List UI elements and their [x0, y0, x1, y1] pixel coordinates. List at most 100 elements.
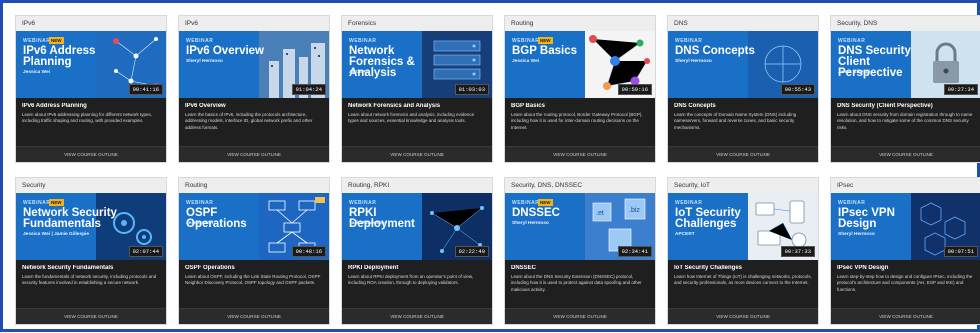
course-card[interactable]: Security, DNS, DNSSEC .et .biz WEBINAR NEW DN… [504, 177, 656, 325]
course-description: Learn about DNS security from domain reg… [837, 112, 973, 130]
view-course-outline-button[interactable]: VIEW COURSE OUTLINE [505, 146, 655, 162]
view-course-outline-button[interactable]: VIEW COURSE OUTLINE [179, 146, 329, 162]
course-category: Forensics [342, 16, 492, 31]
course-category: Routing, RPKI [342, 178, 492, 193]
course-description: Learn about IPv6 addressing planning for… [22, 112, 152, 124]
view-course-outline-button[interactable]: VIEW COURSE OUTLINE [179, 308, 329, 324]
course-author: Sheryl Hermoso [675, 59, 712, 64]
course-card[interactable]: DNS WEBINAR DNS Concepts Sheryl Hermoso 00:5… [667, 15, 819, 163]
course-title[interactable]: Network Security Fundamentals [22, 265, 160, 271]
course-card[interactable]: Routing WEBINAR OSPF Operations Jessica Wei… [178, 177, 330, 325]
course-category: Security, IoT [668, 178, 818, 193]
course-card[interactable]: Security WEBINAR NEW Network Security Funda… [15, 177, 167, 325]
webinar-label: WEBINAR [675, 38, 703, 44]
course-description: Learn about OSPF, including the Link Sta… [185, 274, 321, 286]
course-author: Jessica Wei [512, 59, 540, 64]
course-author: Sheryl Hermoso [512, 221, 549, 226]
course-author: Sheryl Hermoso [186, 59, 223, 64]
course-banner[interactable]: WEBINAR NEW IPv6 Address Planning Jessica W… [16, 31, 166, 98]
course-card[interactable]: IPv6 WEBINAR NEW IPv6 Address Planning Jessi… [15, 15, 167, 163]
new-badge: NEW [49, 37, 64, 44]
course-author: Jessica Wei [186, 221, 214, 226]
course-banner[interactable]: WEBINAR IoT Security Challenges APCERT 00:3… [668, 193, 818, 260]
webinar-label: WEBINAR [838, 38, 866, 44]
course-title[interactable]: RPKI Deployment [348, 265, 486, 271]
course-duration: 02:22:40 [454, 246, 489, 257]
banner-title: IPv6 Overview [186, 45, 264, 57]
course-description: Learn about the DNS Security Extension (… [511, 274, 642, 292]
webinar-label: WEBINAR [675, 200, 703, 206]
course-duration: 00:59:16 [617, 84, 652, 95]
course-category: Security [16, 178, 166, 193]
banner-title: IPv6 Address Planning [23, 45, 96, 68]
banner-title: RPKI Deployment [349, 207, 415, 230]
course-author: Jessica Wei [23, 70, 51, 75]
banner-title: DNS Concepts [675, 45, 755, 57]
course-duration: 00:27:34 [943, 84, 978, 95]
view-course-outline-button[interactable]: VIEW COURSE OUTLINE [831, 146, 980, 162]
view-course-outline-button[interactable]: VIEW COURSE OUTLINE [831, 308, 980, 324]
course-title[interactable]: IPv6 Overview [185, 103, 323, 109]
view-course-outline-button[interactable]: VIEW COURSE OUTLINE [16, 308, 166, 324]
webinar-label: WEBINAR [349, 200, 377, 206]
course-title[interactable]: DNS Security (Client Perspective) [837, 103, 975, 109]
course-title[interactable]: IPv6 Address Planning [22, 103, 160, 109]
course-description: Learn step-by-step how to design and con… [837, 274, 973, 292]
course-banner[interactable]: WEBINAR DNS Security Client Perspective Ja… [831, 31, 980, 98]
course-card[interactable]: IPv6 WEBINAR IPv6 Overview Sheryl Hermoso 01… [178, 15, 330, 163]
course-category: IPsec [831, 178, 980, 193]
view-course-outline-button[interactable]: VIEW COURSE OUTLINE [668, 146, 818, 162]
course-banner[interactable]: WEBINAR OSPF Operations Jessica Wei 00:48:1… [179, 193, 329, 260]
course-duration: 00:37:33 [780, 246, 815, 257]
course-author: APCERT [349, 70, 369, 75]
course-author: Jessica Wei | Jamie Gillespie [23, 232, 90, 237]
course-banner[interactable]: WEBINAR Network Forensics & Analysis APCER… [342, 31, 492, 98]
course-banner[interactable]: WEBINAR NEW Network Security Fundamentals J… [16, 193, 166, 260]
banner-title: OSPF Operations [186, 207, 247, 230]
course-card[interactable]: Routing, RPKI WEBINAR RPKI Deployment Tashi… [341, 177, 493, 325]
webinar-label: WEBINAR [512, 200, 540, 206]
course-description: Learn how Internet of Things (IoT) is ch… [674, 274, 812, 286]
course-author: APCERT [675, 232, 695, 237]
view-course-outline-button[interactable]: VIEW COURSE OUTLINE [342, 146, 492, 162]
course-title[interactable]: IoT Security Challenges [674, 265, 812, 271]
view-course-outline-button[interactable]: VIEW COURSE OUTLINE [16, 146, 166, 162]
course-title[interactable]: DNSSEC [511, 265, 649, 271]
webinar-label: WEBINAR [23, 38, 51, 44]
view-course-outline-button[interactable]: VIEW COURSE OUTLINE [668, 308, 818, 324]
view-course-outline-button[interactable]: VIEW COURSE OUTLINE [505, 308, 655, 324]
course-card[interactable]: Forensics WEBINAR Network Forensics & Anal… [341, 15, 493, 163]
course-card[interactable]: Routing WEBINAR NEW BGP Basics Jessica Wei 00… [504, 15, 656, 163]
view-course-outline-button[interactable]: VIEW COURSE OUTLINE [342, 308, 492, 324]
course-grid: IPv6 WEBINAR NEW IPv6 Address Planning Jessi… [15, 15, 980, 333]
course-banner[interactable]: WEBINAR IPsec VPN Design Sheryl Hermoso 00:… [831, 193, 980, 260]
course-duration: 00:55:43 [780, 84, 815, 95]
course-duration: 00:41:16 [128, 84, 163, 95]
course-title[interactable]: BGP Basics [511, 103, 649, 109]
banner-title: Network Security Fundamentals [23, 207, 117, 230]
course-banner[interactable]: WEBINAR NEW BGP Basics Jessica Wei 00:59:16 [505, 31, 655, 98]
course-title[interactable]: IPsec VPN Design [837, 265, 975, 271]
course-banner[interactable]: WEBINAR DNS Concepts Sheryl Hermoso 00:55:4… [668, 31, 818, 98]
course-banner[interactable]: .et .biz WEBINAR NEW DNSSEC Sheryl Hermoso 02:… [505, 193, 655, 260]
course-category: Routing [179, 178, 329, 193]
webinar-label: WEBINAR [186, 200, 214, 206]
course-title[interactable]: DNS Concepts [674, 103, 812, 109]
course-title[interactable]: Network Forensics and Analysis [348, 103, 486, 109]
webinar-label: WEBINAR [349, 38, 377, 44]
webinar-label: WEBINAR [186, 38, 214, 44]
course-card[interactable]: Security, IoT WEBINAR IoT Security Challen… [667, 177, 819, 325]
course-banner[interactable]: WEBINAR IPv6 Overview Sheryl Hermoso 01:04:… [179, 31, 329, 98]
course-banner[interactable]: WEBINAR RPKI Deployment Tashi Phuntsho 02:2… [342, 193, 492, 260]
webinar-label: WEBINAR [23, 200, 51, 206]
course-description: Learn about the routing protocol, Border… [511, 112, 643, 130]
course-card[interactable]: Security, DNS WEBINAR DNS Security Client … [830, 15, 980, 163]
course-card[interactable]: IPsec WEBINAR IPsec VPN Design Sheryl Hermo… [830, 177, 980, 325]
course-description: Learn the fundamentals of network securi… [22, 274, 157, 286]
banner-title: BGP Basics [512, 45, 577, 57]
course-description: Learn the basics of IPv6, including the … [185, 112, 313, 130]
course-author: Tashi Phuntsho [349, 221, 385, 226]
course-author: Jamie Gillespie [838, 70, 873, 75]
course-duration: 00:48:16 [291, 246, 326, 257]
course-title[interactable]: OSPF Operations [185, 265, 323, 271]
